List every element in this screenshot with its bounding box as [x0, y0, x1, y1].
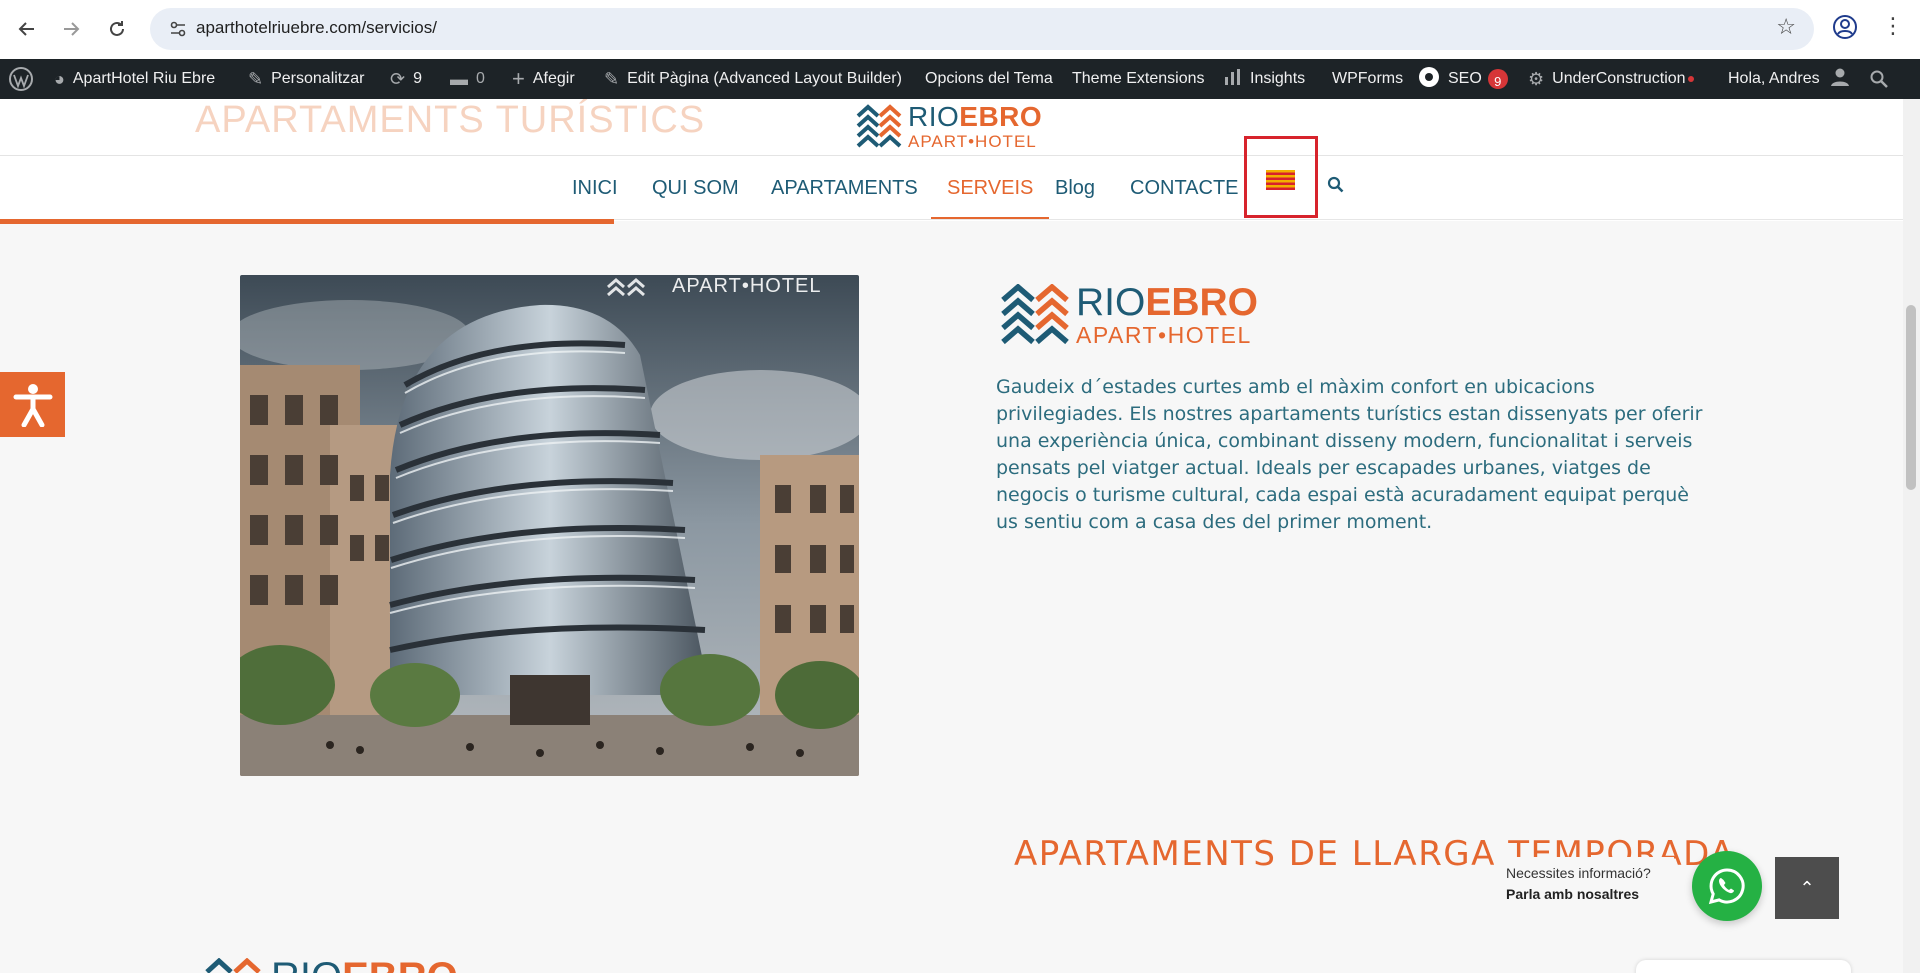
browser-toolbar: aparthotelriuebre.com/servicios/ ☆ ⋮ — [0, 0, 1920, 59]
logo-chevrons-icon — [856, 104, 902, 148]
catalan-flag-icon[interactable] — [1266, 170, 1295, 190]
admin-theme-extensions[interactable]: Theme Extensions — [1072, 59, 1205, 99]
admin-my-account[interactable]: Hola, Andres — [1728, 59, 1850, 99]
admin-site-name[interactable]: ◕ ApartHotel Riu Ebre — [54, 59, 215, 99]
back-icon[interactable] — [12, 14, 42, 44]
updates-icon: ⟳ — [390, 68, 406, 89]
wordpress-logo-icon[interactable] — [8, 59, 34, 99]
menu-item-contacte[interactable]: CONTACTE — [1130, 156, 1239, 220]
logo-subtitle: APART•HOTEL — [908, 132, 1037, 151]
scrollbar-thumb[interactable] — [1906, 305, 1916, 490]
logo-word-rio: RIO — [908, 101, 960, 132]
under-construction-label: UnderConstruction — [1552, 70, 1686, 87]
greeting-label: Hola, Andres — [1728, 70, 1820, 87]
dashboard-icon: ◕ — [54, 68, 65, 89]
menu-search-icon[interactable] — [1327, 176, 1345, 194]
admin-under-construction[interactable]: ⚙ UnderConstruction — [1528, 59, 1694, 99]
menu-item-apartaments[interactable]: APARTAMENTS — [771, 156, 918, 220]
menu-item-blog[interactable]: Blog — [1055, 156, 1095, 220]
plus-icon: + — [512, 66, 525, 91]
admin-updates[interactable]: ⟳ 9 — [390, 59, 422, 99]
apartment-building-photo: APART•HOTEL — [240, 275, 859, 776]
insights-label: Insights — [1250, 70, 1306, 87]
whatsapp-button[interactable] — [1692, 851, 1762, 921]
logo-subtitle: APART•HOTEL — [1076, 322, 1252, 348]
chevron-up-icon: ⌃ — [1799, 877, 1815, 899]
comments-count: 0 — [476, 70, 485, 87]
whatsapp-prompt-line1: Necessites informació? — [1506, 865, 1651, 881]
menu-item-serveis[interactable]: SERVEIS — [931, 156, 1050, 220]
menu-item-inici[interactable]: INICI — [572, 156, 618, 220]
page-scrollbar[interactable] — [1903, 99, 1920, 973]
bookmark-star-icon[interactable]: ☆ — [1776, 15, 1796, 40]
seo-gear-icon — [1418, 66, 1440, 93]
logo-word-rio: RIO — [271, 958, 342, 973]
reload-icon[interactable] — [102, 14, 132, 44]
logo-word-ebro: EBRO — [342, 958, 458, 973]
photo-watermark: APART•HOTEL — [672, 275, 822, 297]
site-header: APARTAMENTS TURÍSTICS RIOEBRO APART•HOTE… — [0, 99, 1920, 221]
url-text[interactable]: aparthotelriuebre.com/servicios/ — [196, 18, 437, 38]
logo-chevrons-icon — [205, 958, 261, 973]
site-info-icon[interactable] — [168, 19, 188, 39]
user-avatar-icon — [1830, 67, 1850, 92]
accessibility-icon — [13, 383, 52, 427]
edit-page-label: Edit Pàgina (Advanced Layout Builder) — [627, 70, 902, 87]
updates-count: 9 — [413, 70, 422, 87]
whatsapp-prompt-bubble[interactable]: Necessites informació? Parla amb nosaltr… — [1494, 857, 1674, 916]
address-bar[interactable]: aparthotelriuebre.com/servicios/ ☆ — [150, 8, 1814, 50]
pencil-icon: ✎ — [604, 68, 620, 89]
admin-customize[interactable]: ✎ Personalitzar — [248, 59, 364, 99]
admin-comments[interactable]: ▬ 0 — [450, 59, 485, 99]
admin-add-new[interactable]: + Afegir — [512, 59, 575, 99]
scroll-progress-bar — [0, 219, 615, 224]
theme-options-label: Opcions del Tema — [925, 70, 1053, 87]
logo-word-ebro: EBRO — [1145, 281, 1259, 324]
admin-search-icon[interactable] — [1870, 59, 1888, 99]
services-description: Gaudeix d´estades curtes amb el màxim co… — [996, 376, 1703, 533]
admin-insights[interactable]: Insights — [1224, 59, 1305, 99]
whatsapp-prompt-line2: Parla amb nosaltres — [1506, 886, 1640, 902]
faded-page-title: APARTAMENTS TURÍSTICS — [195, 99, 706, 141]
admin-theme-options[interactable]: Opcions del Tema — [925, 59, 1053, 99]
admin-seo[interactable]: SEO 9 — [1418, 59, 1508, 99]
status-dot-icon — [1687, 76, 1694, 82]
whatsapp-icon — [1708, 868, 1745, 905]
theme-extensions-label: Theme Extensions — [1072, 70, 1205, 87]
profile-icon[interactable] — [1832, 14, 1860, 42]
insights-bars-icon — [1224, 68, 1242, 91]
floating-card-edge — [1636, 960, 1851, 973]
admin-wpforms[interactable]: WPForms — [1332, 59, 1403, 99]
forward-icon[interactable] — [56, 14, 86, 44]
header-logo[interactable]: RIOEBRO APART•HOTEL — [856, 101, 1046, 151]
seo-label: SEO — [1448, 70, 1482, 87]
menu-item-qui-som[interactable]: QUI SOM — [652, 156, 739, 220]
menu-kebab-icon[interactable]: ⋮ — [1882, 14, 1904, 44]
comments-icon: ▬ — [450, 68, 468, 89]
content-logo: RIOEBRO APART•HOTEL — [1000, 281, 1270, 348]
scroll-to-top-button[interactable]: ⌃ — [1775, 857, 1839, 919]
accessibility-button[interactable] — [0, 372, 65, 437]
logo-chevrons-icon — [1001, 284, 1069, 345]
bottom-logo: RIOEBRO — [205, 958, 465, 973]
logo-word-rio: RIO — [1076, 281, 1146, 324]
main-menu: INICI QUI SOM APARTAMENTS SERVEIS Blog C… — [0, 156, 1920, 220]
add-new-label: Afegir — [532, 70, 575, 87]
logo-word-ebro: EBRO — [959, 101, 1043, 132]
customize-label: Personalitzar — [271, 70, 365, 87]
seo-notification-badge: 9 — [1487, 69, 1508, 89]
admin-edit-page[interactable]: ✎ Edit Pàgina (Advanced Layout Builder) — [604, 59, 902, 99]
brush-icon: ✎ — [248, 68, 264, 89]
wp-admin-bar: ◕ ApartHotel Riu Ebre ✎ Personalitzar ⟳ … — [0, 59, 1920, 99]
gear-icon: ⚙ — [1528, 68, 1545, 89]
wpforms-label: WPForms — [1332, 70, 1404, 87]
site-name-label: ApartHotel Riu Ebre — [72, 70, 216, 87]
